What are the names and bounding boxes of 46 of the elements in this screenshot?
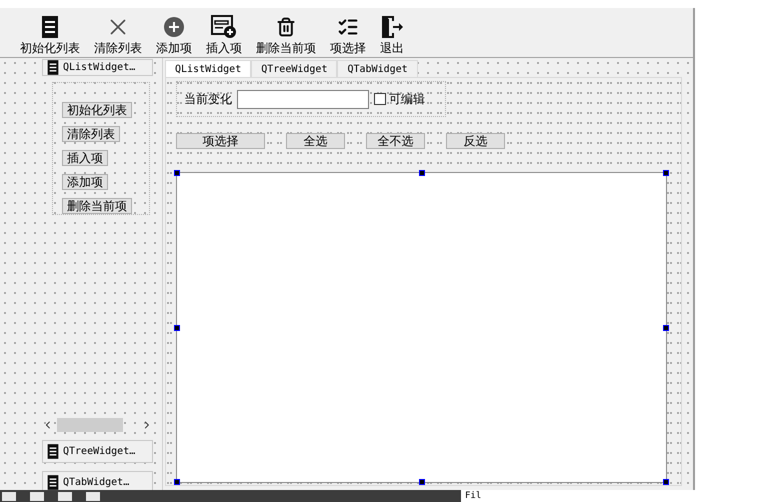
- toolbox-tab[interactable]: QListWidget…: [42, 59, 153, 76]
- push-button[interactable]: 初始化列表: [62, 102, 132, 118]
- push-button[interactable]: 添加项: [62, 174, 108, 190]
- scrollbar-thumb[interactable]: [56, 418, 124, 432]
- selection-handle[interactable]: [663, 324, 669, 330]
- push-button[interactable]: 删除当前项: [62, 198, 132, 214]
- taskbar-icon[interactable]: [2, 492, 16, 500]
- selection-handle[interactable]: [174, 324, 180, 330]
- selection-handle[interactable]: [418, 170, 424, 176]
- toolbar-button[interactable]: 清除列表: [94, 13, 142, 55]
- text-field[interactable]: [237, 90, 369, 108]
- tab[interactable]: QTreeWidget: [251, 60, 338, 77]
- selection-handle[interactable]: [418, 479, 424, 485]
- toolbar-button[interactable]: 添加项: [156, 13, 192, 55]
- form-add-icon: [211, 15, 237, 39]
- tab[interactable]: QListWidget: [165, 60, 252, 77]
- toolbox-tab[interactable]: QTreeWidget…: [42, 440, 153, 463]
- selection-handle[interactable]: [663, 479, 669, 485]
- document-icon: [47, 475, 59, 490]
- field-label: 当前变化: [184, 91, 232, 108]
- selection-handle[interactable]: [663, 170, 669, 176]
- push-button[interactable]: 反选: [446, 133, 505, 149]
- push-button[interactable]: 插入项: [62, 150, 108, 166]
- document-icon: [41, 16, 59, 38]
- door-exit-icon: [380, 15, 404, 39]
- taskbar-icon[interactable]: [58, 492, 72, 500]
- document-icon: [47, 60, 59, 75]
- push-button[interactable]: 全不选: [366, 133, 425, 149]
- taskbar-icon[interactable]: [30, 492, 44, 500]
- push-button[interactable]: 全选: [286, 133, 345, 149]
- toolbar-button[interactable]: 项选择: [330, 13, 366, 55]
- panel-text: Fil: [465, 491, 482, 501]
- tab[interactable]: QTabWidget: [337, 60, 418, 77]
- toolbar-button[interactable]: 退出: [380, 13, 404, 55]
- add-icon: [164, 17, 184, 37]
- checkbox[interactable]: 可编辑: [374, 90, 425, 108]
- push-button[interactable]: 清除列表: [62, 126, 120, 142]
- toolbar-button[interactable]: 初始化列表: [20, 13, 80, 55]
- document-icon: [47, 444, 59, 459]
- toolbar-button[interactable]: 插入项: [206, 13, 242, 55]
- selection-handle[interactable]: [174, 479, 180, 485]
- trash-icon: [276, 17, 296, 37]
- push-button[interactable]: 项选择: [176, 133, 265, 149]
- taskbar-icon[interactable]: [86, 492, 100, 500]
- selection-handle[interactable]: [174, 170, 180, 176]
- toolbar-button[interactable]: 删除当前项: [256, 13, 316, 55]
